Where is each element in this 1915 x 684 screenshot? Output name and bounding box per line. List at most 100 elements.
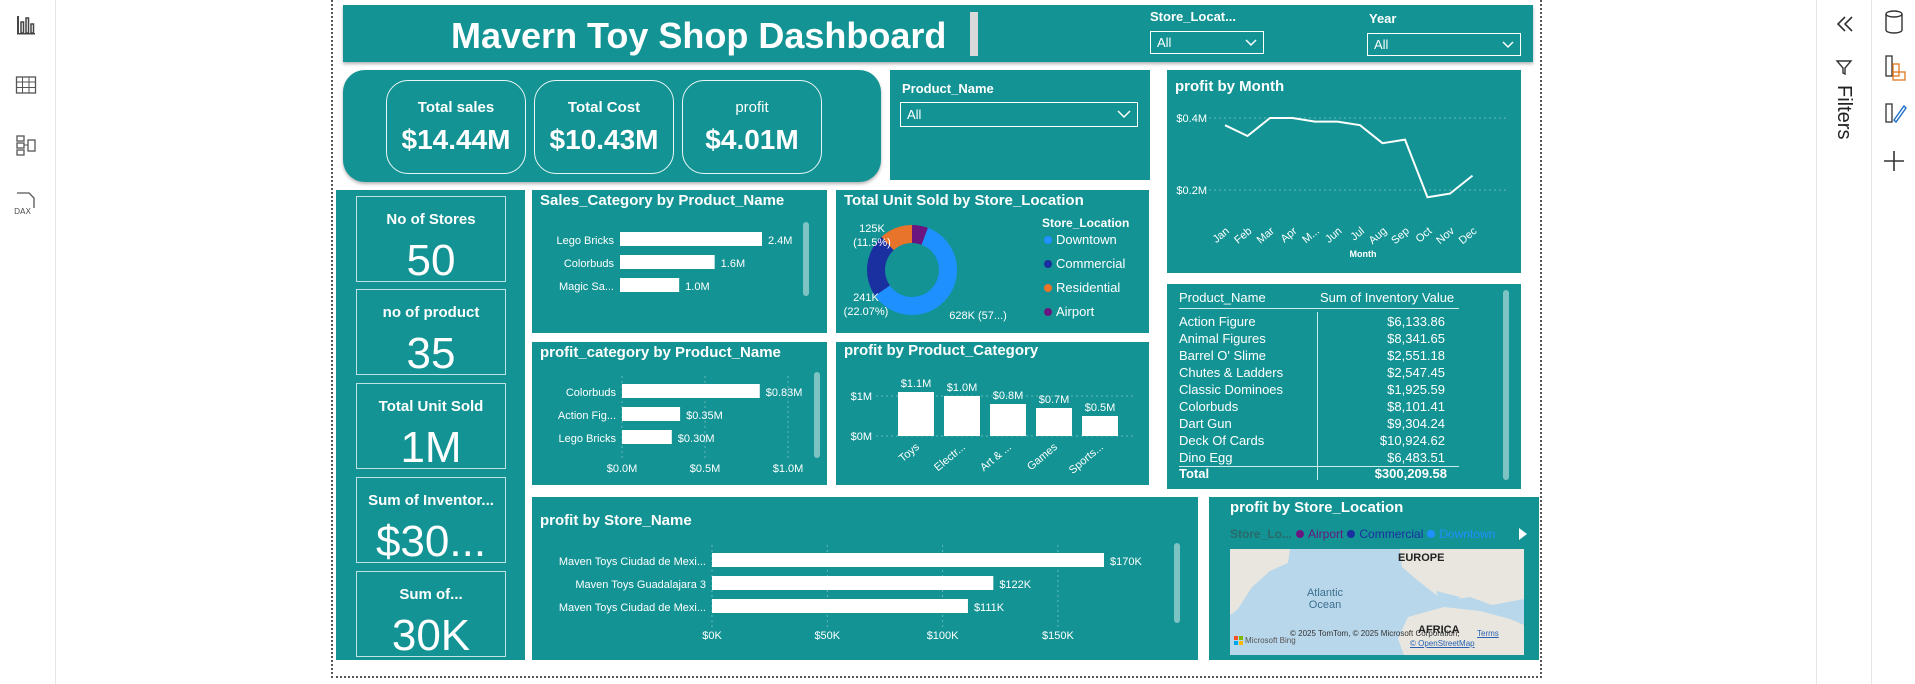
store-location-dropdown[interactable]: All [1150,31,1264,54]
svg-text:DAX: DAX [14,207,31,216]
data-cylinder-icon[interactable] [1883,9,1905,35]
profit-by-category-visual[interactable]: profit by Product_Category $1M $0M $1.1M To… [836,342,1149,485]
year-dropdown[interactable]: All [1367,33,1521,56]
store-location-value: All [1157,35,1172,50]
slice-data-label: (11.5%) [853,237,891,249]
x-tick-label: Aug [1367,225,1390,247]
table-cell-product: Colorbuds [1179,399,1239,414]
kpi-total-sales[interactable]: Total sales $14.44M [386,80,526,174]
col-header-inventory-value[interactable]: Sum of Inventory Value [1320,290,1454,305]
sales-category-visual[interactable]: Sales_Category by Product_Name Lego Bric… [532,190,827,333]
bar [620,278,680,292]
collapse-chevrons-icon[interactable] [1835,14,1855,34]
scrollbar[interactable] [814,372,820,458]
slice-data-label: 125K [859,223,885,235]
report-view-icon[interactable] [12,11,40,39]
card-no-of-product[interactable]: no of product 35 [356,289,506,375]
product-name-slicer-label: Product_Name [902,81,994,96]
table-row[interactable]: Dart Gun $9,304.24 [1167,416,1447,433]
col-header-product[interactable]: Product_Name [1179,290,1266,305]
legend-marker [1044,236,1052,244]
kpi-value: $4.01M [705,123,799,155]
format-visual-icon[interactable] [1882,100,1908,128]
table-row[interactable]: Barrel O' Slime $2,551.18 [1167,348,1447,365]
bar [712,599,968,613]
table-row[interactable]: Animal Figures $8,341.65 [1167,331,1447,348]
model-view-icon[interactable] [12,131,40,159]
table-row[interactable]: Classic Dominoes $1,925.59 [1167,382,1447,399]
filter-funnel-icon [1835,60,1853,76]
inventory-table-visual[interactable]: Product_Name Sum of Inventory Value Acti… [1167,284,1521,489]
kpi-value: $10.43M [549,123,659,155]
card-value: $30... [375,517,487,563]
map-area[interactable]: EUROPE Atlantic Ocean AFRICA © 2025 TomT… [1230,549,1524,655]
year-value: All [1374,37,1389,52]
bar-data-label: 1.6M [721,258,745,270]
table-view-icon[interactable] [12,71,40,99]
bar-category-label: Magic Sa... [559,281,614,293]
kpi-profit[interactable]: profit $4.01M [682,80,822,174]
table-row[interactable]: Deck Of Cards $10,924.62 [1167,433,1447,450]
profit-line [1224,117,1474,199]
bar-category-label: Maven Toys Ciudad de Mexi... [559,556,706,568]
year-slicer-label: Year [1369,11,1397,26]
legend-marker [1044,260,1052,268]
scrollbar[interactable] [1503,290,1509,480]
dax-query-icon[interactable]: DAX [12,190,40,218]
table-cell-product: Chutes & Ladders [1179,365,1284,380]
column-bar [1082,416,1118,436]
kpi-total-cost[interactable]: Total Cost $10.43M [534,80,674,174]
kpi-label: profit [735,98,769,116]
table-cell-product: Dino Egg [1179,450,1233,465]
column-data-label: $1.0M [947,382,978,394]
scrollbar[interactable] [803,222,809,296]
microsoft-logo-icon [1234,636,1243,645]
table-row[interactable]: Chutes & Ladders $2,547.45 [1167,365,1447,382]
legend-marker-airport [1296,530,1305,538]
bar-data-label: 2.4M [768,235,792,247]
profit-by-store-visual[interactable]: profit by Store_Name Maven Toys Ciudad d… [532,497,1198,660]
x-axis-title: Month [1350,249,1377,259]
column-data-label: $0.7M [1039,394,1070,406]
table-cell-value: $6,133.86 [1387,314,1445,329]
card-total-unit-sold[interactable]: Total Unit Sold 1M [356,383,506,469]
table-row[interactable]: Action Figure $6,133.86 [1167,314,1447,331]
table-row[interactable]: Dino Egg $6,483.51 [1167,450,1447,467]
card-value: 50 [406,236,456,282]
card-sum-of[interactable]: Sum of... 30K [356,571,506,657]
card-no-of-stores[interactable]: No of Stores 50 [356,196,506,282]
legend-next-arrow-icon[interactable] [1518,528,1528,540]
add-icon[interactable] [1883,150,1905,172]
chevron-down-icon [1117,110,1131,119]
card-label: Total Unit Sold [378,398,484,415]
product-name-dropdown[interactable]: All [900,102,1138,127]
card-sum-of-inventory[interactable]: Sum of Inventor... $30... [356,477,506,563]
report-page: Mavern Toy Shop Dashboard Store_Locat...… [331,0,1542,678]
map-label-ocean: Atlantic Ocean [1306,587,1344,611]
legend-label: Commercial [1056,256,1125,271]
profit-by-store-chart: Maven Toys Ciudad de Mexi... $170K Maven T… [559,545,1142,642]
profit-by-month-visual[interactable]: profit by Month $0.4M $0.2M Jan Feb Mar Apr M.… [1167,70,1521,273]
card-label: Sum of Inventor... [368,492,494,509]
x-tick-label: $0.0M [607,463,638,475]
filters-label-wrap: Filters [1833,85,1857,165]
map-legend-title: Store_Lo... [1230,527,1293,541]
bar [620,232,762,246]
column-bar [1036,408,1072,436]
map-visual[interactable]: profit by Store_Location Store_Lo... Air… [1209,497,1539,660]
units-by-location-visual[interactable]: Total Unit Sold by Store_Location 125K (1… [836,190,1149,333]
kpi-label: Total Cost [567,98,641,116]
profit-category-visual[interactable]: profit_category by Product_Name Colorbud… [532,342,827,485]
build-visual-icon[interactable] [1882,54,1908,82]
map-terms-link[interactable]: Terms [1477,629,1499,638]
filters-pane[interactable]: Filters [1816,0,1871,684]
table-cell-value: $6,483.51 [1387,450,1445,465]
table-row[interactable]: Colorbuds $8,101.41 [1167,399,1447,416]
x-tick-label: $100K [927,630,959,642]
map-osm-link[interactable]: © OpenStreetMap [1410,639,1475,648]
kpi-panel: Total sales $14.44M Total Cost $10.43M p… [343,70,881,182]
scrollbar[interactable] [1174,543,1180,623]
table-body: Action Figure $6,133.86 Animal Figures $8,3… [1167,314,1467,467]
x-tick-label: $0K [702,630,722,642]
bar-category-label: Lego Bricks [557,235,615,247]
